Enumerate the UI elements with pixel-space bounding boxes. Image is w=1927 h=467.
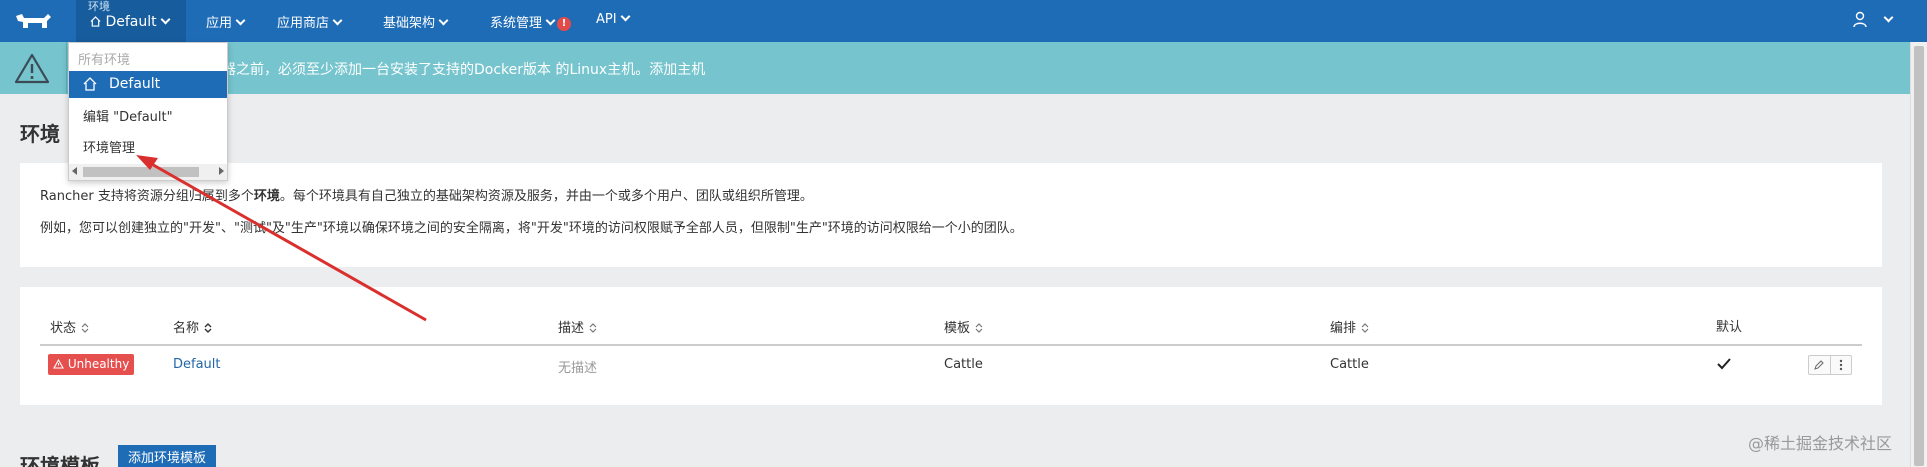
check-icon — [1717, 358, 1731, 370]
table-header-divider — [40, 344, 1862, 346]
column-header-label: 编排 — [1330, 321, 1357, 336]
nav-apps-label: 应用 — [206, 16, 233, 31]
dropdown-item-manage-environments[interactable]: 环境管理 — [83, 137, 135, 156]
column-header-orchestration[interactable]: 编排 — [1330, 317, 1369, 336]
docker-version-link[interactable]: 支持的Docker版本 — [432, 62, 551, 78]
edit-button[interactable] — [1809, 356, 1830, 374]
environment-orchestration: Cattle — [1330, 357, 1369, 372]
nav-apps[interactable]: 应用 — [206, 12, 246, 31]
kebab-menu-icon — [1839, 359, 1842, 371]
sort-icon — [975, 323, 983, 333]
description-text: 。每个环境具有自己独立的基础架构资源及服务，并由一个或多个用户、团队或组织所管理… — [279, 189, 813, 204]
rancher-logo-icon[interactable] — [14, 12, 52, 30]
environment-caption: 环境 — [88, 0, 110, 13]
scrollbar-thumb[interactable] — [83, 167, 199, 177]
nav-infrastructure[interactable]: 基础架构 — [383, 12, 449, 31]
environment-dropdown-menu: 所有环境 Default 编辑 "Default" 环境管理 — [68, 42, 228, 181]
description-card: Rancher 支持将资源分组归属到多个环境。每个环境具有自己独立的基础架构资源… — [20, 163, 1882, 267]
column-header-default: 默认 — [1716, 320, 1743, 335]
sort-icon — [1361, 323, 1369, 333]
nav-api-label: API — [596, 12, 617, 27]
scroll-left-arrow-icon[interactable] — [72, 167, 77, 175]
banner-text-1: 器之前，必须至少添加一台安装了 — [222, 62, 432, 78]
column-header-description[interactable]: 描述 — [558, 317, 597, 336]
row-actions — [1808, 355, 1852, 375]
banner-text-2: 的Linux主机。 — [555, 62, 650, 78]
pencil-icon — [1814, 360, 1824, 370]
chevron-down-icon — [545, 15, 556, 26]
warning-icon — [14, 53, 50, 84]
banner-divider — [66, 42, 67, 94]
nav-catalog-label: 应用商店 — [277, 16, 330, 31]
home-icon — [90, 16, 101, 27]
description-bold: 环境 — [253, 189, 280, 204]
home-icon — [83, 77, 97, 91]
chevron-down-icon — [235, 15, 246, 26]
scrollbar-thumb[interactable] — [1914, 46, 1924, 466]
description-line-1: Rancher 支持将资源分组归属到多个环境。每个环境具有自己独立的基础架构资源… — [40, 185, 813, 204]
nav-admin-label: 系统管理 — [490, 16, 543, 31]
more-actions-button[interactable] — [1829, 356, 1852, 374]
environment-switcher[interactable]: 环境 Default — [76, 0, 186, 42]
nav-infrastructure-label: 基础架构 — [383, 16, 436, 31]
column-header-label: 描述 — [558, 321, 585, 336]
vertical-scrollbar[interactable] — [1910, 42, 1927, 467]
nav-catalog[interactable]: 应用商店 — [277, 12, 343, 31]
dropdown-item-label: Default — [109, 76, 161, 92]
status-badge: Unhealthy — [48, 354, 135, 375]
user-menu-chevron-icon[interactable] — [1883, 12, 1894, 23]
column-header-name[interactable]: 名称 — [173, 317, 212, 336]
environment-table: 状态 名称 描述 模板 编排 默认 Unhealthy Default 无描述 … — [20, 287, 1882, 405]
chevron-down-icon — [160, 14, 171, 25]
watermark: @稀土掘金技术社区 — [1748, 434, 1893, 453]
alert-badge: ! — [557, 17, 572, 31]
column-header-label: 名称 — [173, 321, 200, 336]
chevron-down-icon — [332, 15, 343, 26]
info-banner: 器之前，必须至少添加一台安装了支持的Docker版本 的Linux主机。添加主机 — [0, 42, 1910, 94]
dropdown-header: 所有环境 — [78, 53, 131, 68]
top-navigation-bar: 环境 Default 应用 应用商店 基础架构 系统管理! API — [0, 0, 1927, 42]
current-environment-label: Default — [105, 14, 157, 30]
banner-message: 器之前，必须至少添加一台安装了支持的Docker版本 的Linux主机。添加主机 — [222, 59, 705, 79]
page-title: 环境 — [20, 122, 60, 146]
sort-icon — [81, 323, 89, 333]
environment-name-link[interactable]: Default — [173, 357, 221, 372]
warning-icon — [53, 358, 64, 369]
column-header-label: 模板 — [944, 321, 971, 336]
environment-description: 无描述 — [558, 361, 598, 376]
sort-icon — [589, 323, 597, 333]
user-icon[interactable] — [1852, 11, 1868, 29]
environment-templates-title: 环境模板 — [20, 454, 100, 467]
sort-icon — [204, 323, 212, 333]
environment-template: Cattle — [944, 357, 983, 372]
dropdown-horizontal-scrollbar[interactable] — [69, 164, 227, 180]
nav-api[interactable]: API — [596, 11, 631, 27]
scroll-right-arrow-icon[interactable] — [219, 167, 224, 175]
nav-admin[interactable]: 系统管理! — [490, 12, 572, 32]
column-header-template[interactable]: 模板 — [944, 317, 983, 336]
description-text: Rancher 支持将资源分组归属到多个 — [40, 189, 254, 204]
column-header-label: 状态 — [50, 321, 77, 336]
current-environment[interactable]: Default — [90, 14, 171, 30]
description-line-2: 例如，您可以创建独立的"开发"、"测试"及"生产"环境以确保环境之间的安全隔离，… — [40, 221, 1023, 236]
status-label: Unhealthy — [67, 357, 130, 371]
chevron-down-icon — [620, 11, 631, 22]
add-host-link[interactable]: 添加主机 — [649, 62, 705, 78]
chevron-down-icon — [438, 15, 449, 26]
dropdown-item-default[interactable]: Default — [69, 71, 227, 98]
column-header-status[interactable]: 状态 — [50, 317, 89, 336]
dropdown-item-edit-default[interactable]: 编辑 "Default" — [83, 106, 173, 125]
add-environment-template-button[interactable]: 添加环境模板 — [118, 445, 216, 467]
